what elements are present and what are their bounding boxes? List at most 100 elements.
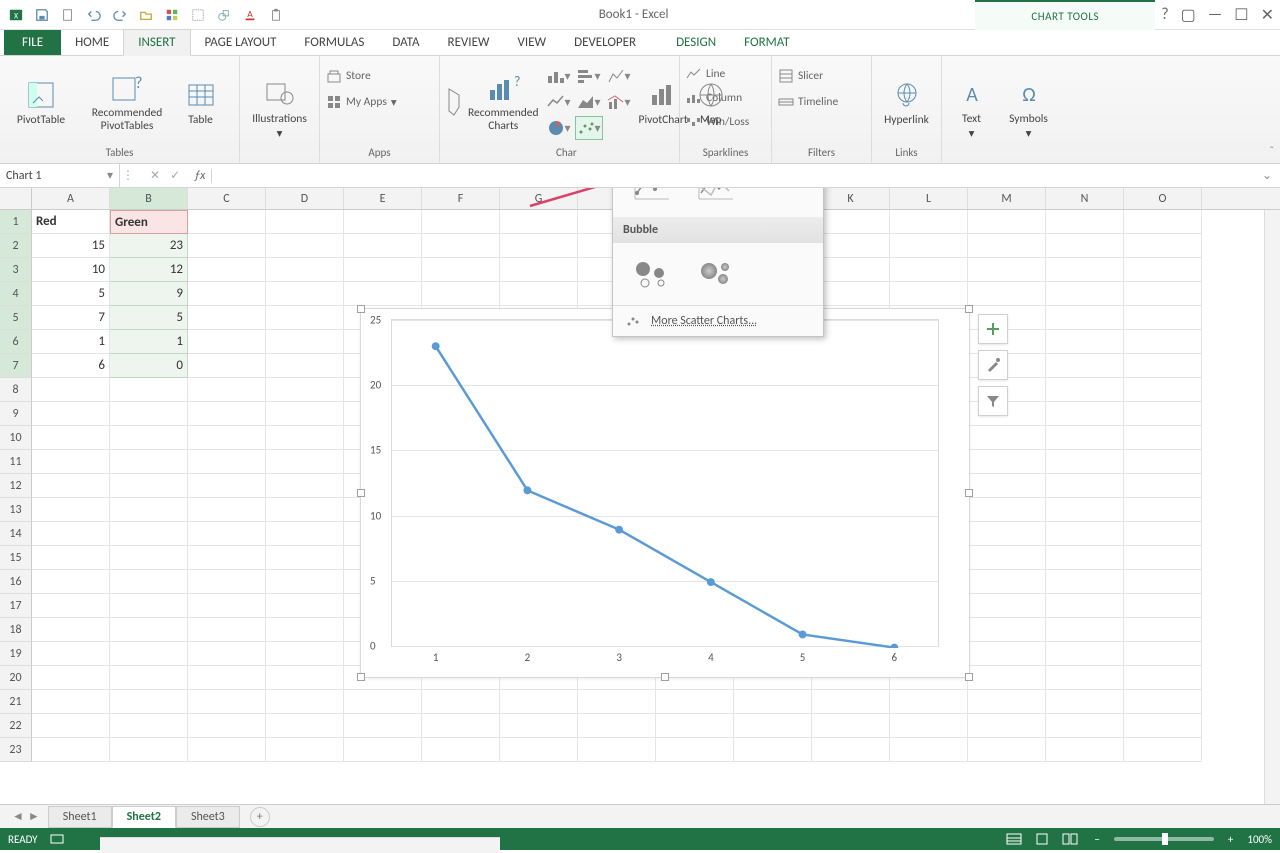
cell[interactable] <box>110 714 188 738</box>
cell[interactable] <box>968 738 1046 762</box>
cell[interactable] <box>500 210 578 234</box>
row-header[interactable]: 8 <box>0 378 32 402</box>
cell[interactable] <box>1046 522 1124 546</box>
slicer-button[interactable]: Slicer <box>778 66 823 86</box>
cell[interactable] <box>1046 642 1124 666</box>
cell[interactable] <box>266 498 344 522</box>
symbols-button[interactable]: Ω Symbols▾ <box>1001 77 1056 141</box>
row-header[interactable]: 20 <box>0 666 32 690</box>
border-icon[interactable] <box>186 3 210 27</box>
cell[interactable] <box>1124 666 1202 690</box>
excel-icon[interactable]: X <box>4 3 28 27</box>
cell[interactable] <box>110 522 188 546</box>
cell[interactable] <box>1124 378 1202 402</box>
cell[interactable] <box>110 618 188 642</box>
cell[interactable] <box>266 474 344 498</box>
tab-formulas[interactable]: FORMULAS <box>290 30 378 55</box>
cell[interactable] <box>32 402 110 426</box>
col-header[interactable]: L <box>890 188 968 209</box>
help-icon[interactable]: ? <box>1161 5 1168 25</box>
cell[interactable]: 15 <box>32 234 110 258</box>
cell[interactable] <box>1124 234 1202 258</box>
row-header[interactable]: 23 <box>0 738 32 762</box>
cell[interactable] <box>188 594 266 618</box>
cell[interactable] <box>32 570 110 594</box>
cell[interactable] <box>266 258 344 282</box>
cell[interactable] <box>188 378 266 402</box>
formula-input[interactable] <box>212 164 1254 187</box>
map-button[interactable]: Map <box>694 78 728 127</box>
scatter-chart-icon[interactable]: ▾ <box>575 116 603 140</box>
cell[interactable] <box>32 522 110 546</box>
hyperlink-button[interactable]: Hyperlink <box>878 78 935 127</box>
cell[interactable] <box>968 666 1046 690</box>
cell[interactable] <box>266 354 344 378</box>
cell[interactable] <box>266 210 344 234</box>
cell[interactable] <box>1124 426 1202 450</box>
expand-formula-icon[interactable]: ⌄ <box>1254 168 1280 183</box>
cell[interactable] <box>890 234 968 258</box>
new-icon[interactable] <box>56 3 80 27</box>
cell[interactable] <box>32 666 110 690</box>
color-icon[interactable] <box>160 3 184 27</box>
text-button[interactable]: A Text▾ <box>948 77 995 141</box>
undo-icon[interactable] <box>82 3 106 27</box>
cell[interactable] <box>266 546 344 570</box>
open-icon[interactable] <box>134 3 158 27</box>
tab-page-layout[interactable]: PAGE LAYOUT <box>191 30 291 55</box>
cell[interactable] <box>32 738 110 762</box>
col-header[interactable]: N <box>1046 188 1124 209</box>
cell[interactable] <box>110 642 188 666</box>
shape-icon[interactable] <box>212 3 236 27</box>
cell[interactable] <box>500 234 578 258</box>
cell[interactable] <box>266 378 344 402</box>
cell[interactable] <box>266 570 344 594</box>
cell[interactable] <box>32 618 110 642</box>
cell[interactable]: Green <box>110 210 188 234</box>
zoom-slider[interactable] <box>1114 837 1214 841</box>
row-header[interactable]: 12 <box>0 474 32 498</box>
cell[interactable] <box>344 210 422 234</box>
cell[interactable] <box>110 378 188 402</box>
cell[interactable] <box>968 258 1046 282</box>
bubble-3d-icon[interactable] <box>693 255 737 293</box>
chart-elements-icon[interactable] <box>978 314 1008 344</box>
tab-home[interactable]: HOME <box>61 30 123 55</box>
cell[interactable] <box>890 690 968 714</box>
zoom-out-icon[interactable]: − <box>1094 833 1099 846</box>
sheet-nav-next-icon[interactable]: ► <box>28 809 40 824</box>
cell[interactable]: 5 <box>110 306 188 330</box>
cell[interactable] <box>188 450 266 474</box>
cell[interactable] <box>188 714 266 738</box>
row-header[interactable]: 9 <box>0 402 32 426</box>
cell[interactable] <box>1046 234 1124 258</box>
cell[interactable] <box>344 234 422 258</box>
row-header[interactable]: 3 <box>0 258 32 282</box>
cell[interactable] <box>266 594 344 618</box>
table-button[interactable]: Table <box>178 78 223 127</box>
cell[interactable] <box>266 642 344 666</box>
cell[interactable] <box>266 306 344 330</box>
cell[interactable] <box>500 714 578 738</box>
new-sheet-button[interactable]: + <box>250 807 270 827</box>
tab-file[interactable]: FILE <box>4 30 61 55</box>
cell[interactable] <box>968 642 1046 666</box>
row-header[interactable]: 22 <box>0 714 32 738</box>
cell[interactable] <box>266 690 344 714</box>
cell[interactable] <box>32 450 110 474</box>
cell[interactable] <box>890 282 968 306</box>
cell[interactable] <box>1046 594 1124 618</box>
cell[interactable] <box>578 714 656 738</box>
row-header[interactable]: 18 <box>0 618 32 642</box>
bing-maps-icon[interactable] <box>446 87 462 117</box>
cell[interactable] <box>266 426 344 450</box>
cell[interactable] <box>812 714 890 738</box>
cell[interactable] <box>1046 738 1124 762</box>
cell[interactable] <box>968 234 1046 258</box>
cell[interactable] <box>188 402 266 426</box>
cell[interactable] <box>32 426 110 450</box>
cell[interactable] <box>656 690 734 714</box>
bar-chart-icon[interactable]: ▾ <box>575 64 603 88</box>
cell[interactable] <box>1046 378 1124 402</box>
cell[interactable] <box>422 738 500 762</box>
